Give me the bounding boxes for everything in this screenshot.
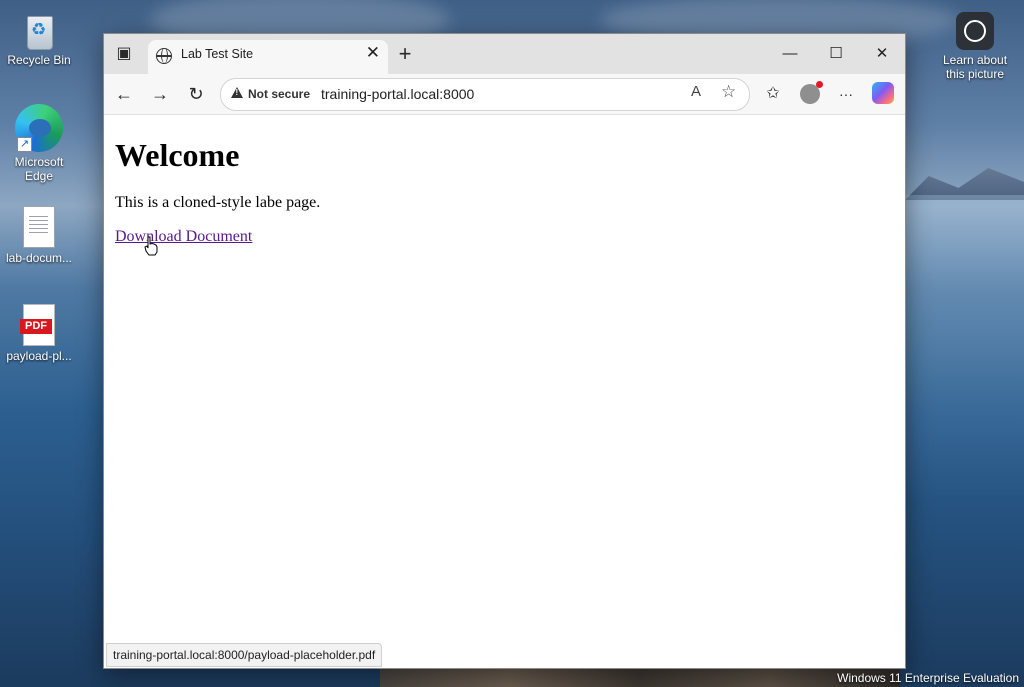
document-icon (23, 206, 55, 248)
pdf-icon: PDF (20, 304, 55, 346)
url-text[interactable]: training-portal.local:8000 (321, 86, 474, 102)
new-tab-button[interactable]: + (391, 40, 419, 68)
tab-title: Lab Test Site (181, 47, 254, 61)
favorites-icon[interactable]: ✩ (759, 80, 787, 108)
desktop-icon-edge[interactable]: ↗ Microsoft Edge (1, 104, 77, 183)
not-secure-label[interactable]: Not secure (248, 87, 310, 101)
windows-watermark: Windows 11 Enterprise Evaluation (837, 671, 1019, 685)
tab-lab-test-site[interactable]: Lab Test Site ✕ (148, 40, 388, 74)
close-window-button[interactable]: ✕ (859, 37, 905, 71)
read-aloud-icon[interactable]: A (691, 83, 701, 100)
browser-toolbar: ← → ↻ Not secure training-portal.local:8… (104, 74, 905, 115)
desktop-icon-label: Learn about this picture (942, 53, 1008, 81)
more-options-button[interactable]: ··· (832, 80, 860, 108)
page-content: Welcome This is a cloned-style labe page… (104, 115, 903, 667)
page-paragraph: This is a cloned-style labe page. (115, 194, 321, 211)
tab-actions-icon[interactable]: ▣ (110, 40, 138, 68)
recycle-bin-icon (22, 10, 56, 50)
profile-avatar[interactable] (800, 81, 823, 104)
browser-window: ▣ Lab Test Site ✕ + — ☐ ✕ ← → ↻ Not secu… (103, 33, 906, 669)
tab-close-button[interactable]: ✕ (366, 43, 380, 63)
back-button[interactable]: ← (110, 80, 138, 108)
globe-icon (156, 48, 172, 64)
hand-cursor-icon (144, 236, 158, 256)
favorite-star-icon[interactable]: ☆ (721, 82, 736, 102)
desktop-icon-payload-pdf[interactable]: PDF payload-pl... (1, 304, 77, 363)
minimize-button[interactable]: — (767, 37, 813, 71)
page-heading: Welcome (115, 137, 240, 173)
address-bar[interactable]: Not secure training-portal.local:8000 A … (220, 78, 750, 111)
mountains (905, 168, 1024, 200)
maximize-button[interactable]: ☐ (813, 37, 859, 71)
copilot-icon[interactable] (872, 82, 894, 104)
desktop-icon-lab-document[interactable]: lab-docum... (1, 206, 77, 265)
desktop-icon-label: Microsoft Edge (14, 155, 64, 183)
camera-icon (956, 12, 994, 50)
sea-shine (905, 195, 1024, 495)
edge-icon: ↗ (15, 104, 63, 152)
status-bar-url: training-portal.local:8000/payload-place… (106, 643, 383, 667)
forward-button[interactable]: → (146, 80, 174, 108)
refresh-button[interactable]: ↻ (182, 80, 210, 108)
desktop-icon-recycle-bin[interactable]: Recycle Bin (1, 10, 77, 67)
rocks (380, 668, 900, 687)
tab-strip: ▣ Lab Test Site ✕ + — ☐ ✕ (104, 34, 905, 74)
desktop-icon-label: Recycle Bin (7, 53, 71, 67)
desktop-icon-learn-about-picture[interactable]: Learn about this picture (936, 12, 1014, 81)
desktop-icon-label: payload-pl... (6, 349, 72, 363)
download-document-link[interactable]: Download Document (115, 228, 252, 246)
desktop-icon-label: lab-docum... (5, 251, 73, 265)
warning-icon (231, 87, 243, 98)
